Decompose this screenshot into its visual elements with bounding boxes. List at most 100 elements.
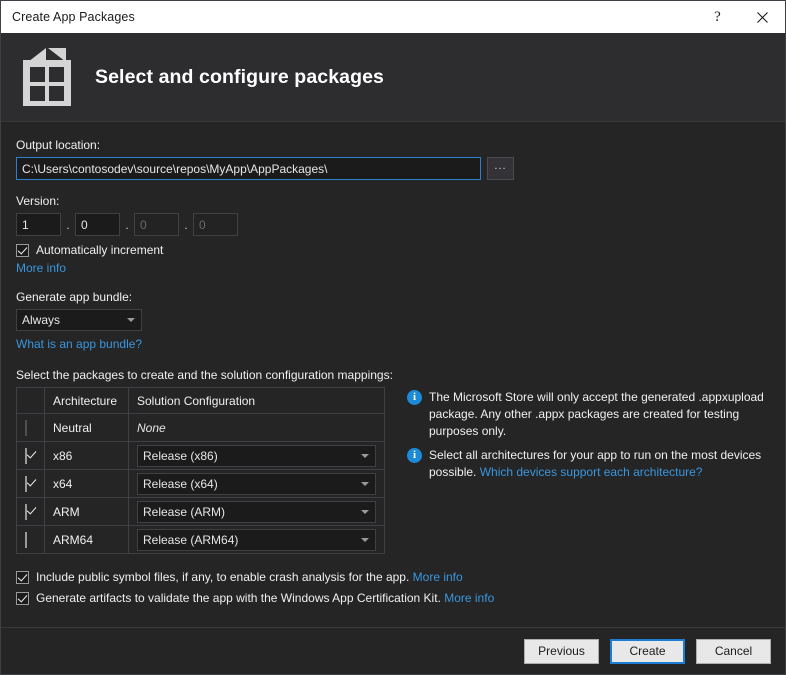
page-title: Select and configure packages [95,65,385,88]
info-text: The Microsoft Store will only accept the… [429,390,764,438]
configuration-arm-cell: Release (ARM) [128,497,385,526]
chevron-down-icon [361,537,369,542]
configuration-dropdown-arm[interactable]: Release (ARM) [137,500,376,523]
app-bundle-label: Generate app bundle: [16,290,133,304]
configuration-neutral: None [128,413,385,442]
create-app-packages-dialog: Create App Packages ? Select and configu… [0,0,786,675]
architecture-arm64: ARM64 [44,525,129,554]
version-major-input[interactable] [16,213,61,236]
wack-text: Generate artifacts to validate the app w… [36,591,445,605]
version-row: . . . [16,213,770,236]
dialog-header: Select and configure packages [1,33,785,122]
include-symbols-text: Include public symbol files, if any, to … [36,570,413,584]
symbol-files-row[interactable]: Include public symbol files, if any, to … [16,570,770,584]
version-more-info-link[interactable]: More info [16,261,770,275]
info-panel: i The Microsoft Store will only accept t… [407,387,770,554]
row-checkbox-cell[interactable] [16,441,45,470]
info-item: i Select all architectures for your app … [407,447,770,481]
info-item: i The Microsoft Store will only accept t… [407,389,770,440]
chevron-down-icon [361,509,369,514]
package-checkbox-neutral [25,419,27,436]
help-icon[interactable]: ? [695,1,740,33]
info-icon: i [407,448,422,463]
auto-increment-row[interactable]: Automatically increment [16,243,770,257]
configuration-dropdown-x86[interactable]: Release (x86) [137,444,376,467]
gift-cell [49,67,64,82]
chevron-down-icon [361,453,369,458]
configuration-arm64-cell: Release (ARM64) [128,525,385,554]
version-separator: . [125,217,129,232]
column-header-select [16,387,45,414]
dialog-body: Output location: ... Version: . . . Auto… [1,122,785,605]
package-checkbox-x86[interactable] [25,447,27,464]
configuration-value: Release (x64) [143,476,218,491]
version-revision-input [193,213,238,236]
configuration-dropdown-arm64[interactable]: Release (ARM64) [137,528,376,551]
version-separator: . [66,217,70,232]
architecture-arm: ARM [44,497,129,526]
package-checkbox-arm64[interactable] [25,531,27,548]
architecture-support-link[interactable]: Which devices support each architecture? [480,465,703,479]
dialog-button-bar: Previous Create Cancel [1,627,785,674]
configuration-value: None [137,420,166,435]
version-minor-input[interactable] [75,213,120,236]
row-checkbox-cell[interactable] [16,497,45,526]
version-build-input [134,213,179,236]
output-location-input[interactable] [16,157,481,180]
app-bundle-help-link[interactable]: What is an app bundle? [16,337,770,351]
row-checkbox-cell [16,413,45,442]
close-icon[interactable] [740,1,785,33]
table-row: x64 Release (x64) [16,469,385,498]
help-glyph: ? [714,8,721,25]
app-bundle-dropdown[interactable]: Always [16,309,142,331]
generate-wack-artifacts-label: Generate artifacts to validate the app w… [36,591,494,605]
bottom-options: Include public symbol files, if any, to … [16,570,770,605]
browse-button[interactable]: ... [487,157,514,180]
include-symbols-more-info-link[interactable]: More info [413,570,463,584]
configuration-value: Release (ARM) [143,504,226,519]
packages-instruction: Select the packages to create and the so… [16,368,393,382]
row-checkbox-cell[interactable] [16,525,45,554]
gift-cell [30,67,45,82]
create-button[interactable]: Create [610,638,685,664]
previous-button[interactable]: Previous [524,638,599,664]
packages-table: Architecture Solution Configuration Neut… [16,387,385,554]
cancel-button[interactable]: Cancel [696,638,771,664]
wack-row[interactable]: Generate artifacts to validate the app w… [16,591,770,605]
package-checkbox-x64[interactable] [25,475,27,492]
window-title: Create App Packages [12,10,135,24]
chevron-down-icon [127,318,135,322]
gift-cell [49,86,64,101]
include-symbols-label: Include public symbol files, if any, to … [36,570,463,584]
row-checkbox-cell[interactable] [16,469,45,498]
table-row: Neutral None [16,413,385,442]
configuration-x64-cell: Release (x64) [128,469,385,498]
gift-box-icon [23,48,71,106]
wack-more-info-link[interactable]: More info [444,591,494,605]
configuration-value: Release (ARM64) [143,532,239,547]
configuration-value: Release (x86) [143,448,218,463]
include-symbols-checkbox[interactable] [16,570,29,584]
version-label: Version: [16,194,60,208]
table-row: ARM64 Release (ARM64) [16,525,385,554]
table-row: ARM Release (ARM) [16,497,385,526]
generate-wack-artifacts-checkbox[interactable] [16,591,29,605]
architecture-neutral: Neutral [44,413,129,442]
table-row: x86 Release (x86) [16,441,385,470]
app-bundle-selected-value: Always [22,313,61,327]
architecture-x64: x64 [44,469,129,498]
package-checkbox-arm[interactable] [25,503,27,520]
column-header-architecture: Architecture [44,387,129,414]
packages-section: Architecture Solution Configuration Neut… [16,387,770,554]
version-separator: . [184,217,188,232]
info-icon: i [407,390,422,405]
auto-increment-label: Automatically increment [36,243,164,257]
auto-increment-checkbox[interactable] [16,243,29,257]
info-text: Select all architectures for your app to… [429,447,770,481]
chevron-down-icon [361,481,369,486]
output-location-row: ... [16,157,770,180]
column-header-solution-configuration: Solution Configuration [128,387,385,414]
title-bar: Create App Packages ? [1,1,785,33]
configuration-x86-cell: Release (x86) [128,441,385,470]
configuration-dropdown-x64[interactable]: Release (x64) [137,472,376,495]
